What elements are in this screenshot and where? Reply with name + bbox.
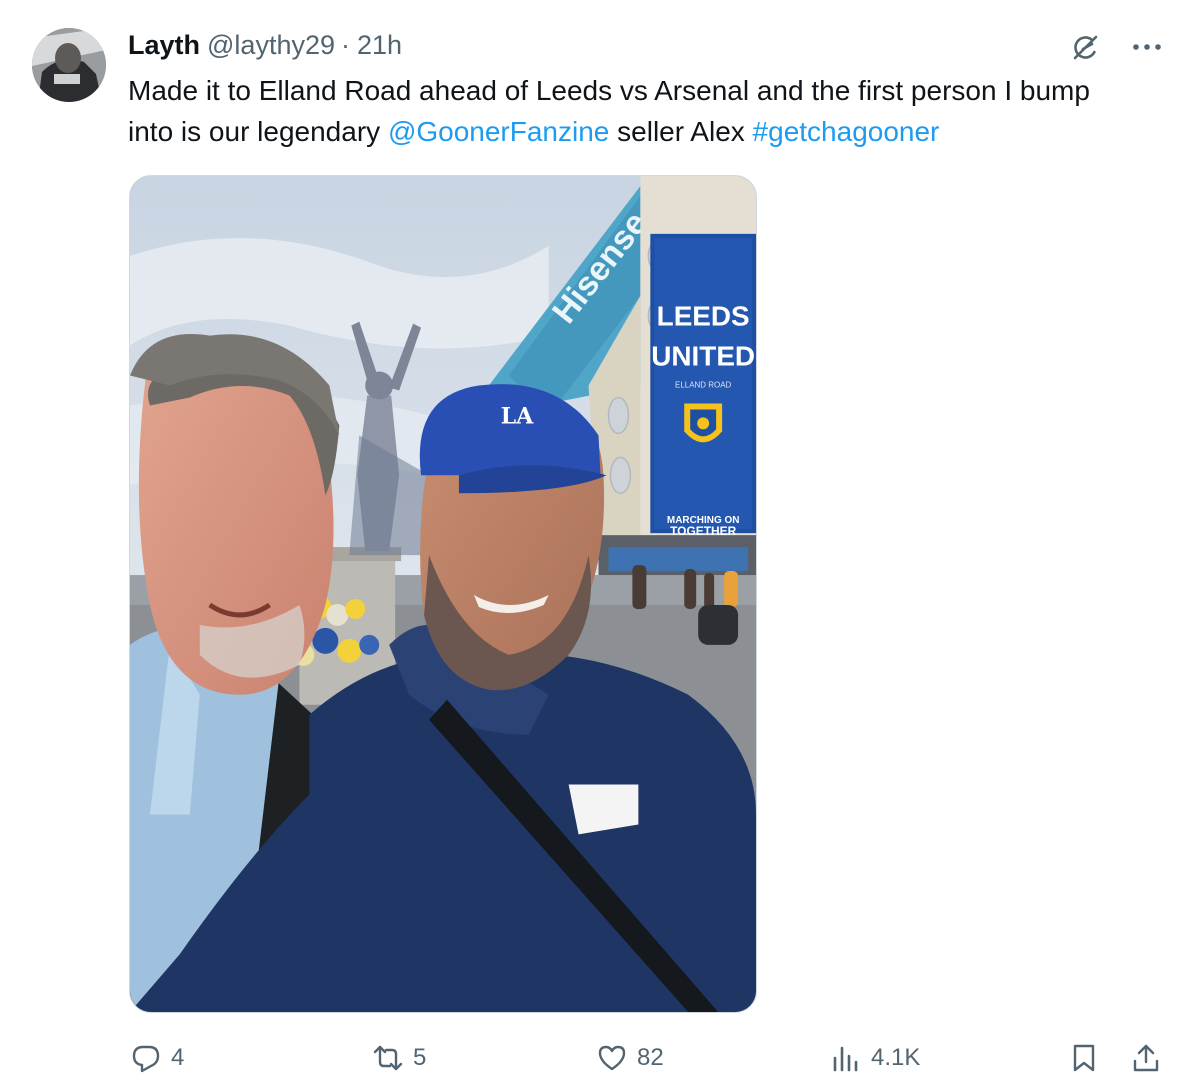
bookmark-button[interactable] xyxy=(1068,1038,1100,1078)
more-icon[interactable] xyxy=(1130,30,1164,64)
repost-icon xyxy=(372,1042,404,1074)
bookmark-icon xyxy=(1068,1042,1100,1074)
share-button[interactable] xyxy=(1130,1038,1162,1078)
author-handle[interactable]: @laythy29 xyxy=(207,30,335,61)
repost-button[interactable]: 5 xyxy=(372,1038,426,1078)
share-icon xyxy=(1130,1042,1162,1074)
views-button[interactable]: 4.1K xyxy=(830,1038,920,1078)
ground-name: ELLAND ROAD xyxy=(675,380,731,389)
like-icon xyxy=(596,1042,628,1074)
cap-logo: LA xyxy=(501,403,534,429)
like-button[interactable]: 82 xyxy=(596,1038,664,1078)
reply-button[interactable]: 4 xyxy=(130,1038,184,1078)
club-name-line1: LEEDS xyxy=(657,301,750,332)
views-icon xyxy=(830,1042,862,1074)
reply-icon xyxy=(130,1042,162,1074)
views-count: 4.1K xyxy=(871,1044,921,1071)
author-name[interactable]: Layth xyxy=(128,30,200,61)
tweet-timestamp[interactable]: 21h xyxy=(357,30,402,61)
grok-icon[interactable] xyxy=(1068,30,1102,64)
hashtag-link[interactable]: #getchagooner xyxy=(753,116,940,147)
tweet-actions: 4 5 82 4.1K xyxy=(130,1038,1168,1080)
tweet-header: Layth @laythy29 · 21h xyxy=(128,30,402,64)
repost-count: 5 xyxy=(413,1044,427,1071)
mention-link[interactable]: @GoonerFanzine xyxy=(388,116,609,147)
club-name-line2: UNITED xyxy=(651,341,755,372)
like-count: 82 xyxy=(637,1044,664,1071)
tweet-top-actions xyxy=(1068,30,1164,64)
reply-count: 4 xyxy=(171,1044,185,1071)
separator-dot: · xyxy=(341,30,350,60)
avatar[interactable] xyxy=(32,28,106,102)
tweet-photo[interactable]: Hisense LEEDS UNITED ELLAND ROAD MARCHIN… xyxy=(129,175,757,1013)
tweet-text-part: seller Alex xyxy=(609,116,753,147)
tweet-text: Made it to Elland Road ahead of Leeds vs… xyxy=(128,70,1138,152)
